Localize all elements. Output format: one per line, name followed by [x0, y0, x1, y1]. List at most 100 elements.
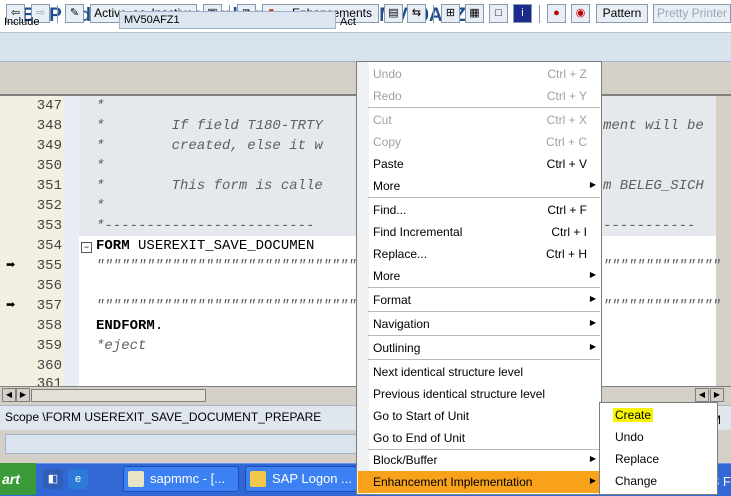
submenu-item-create[interactable]: Create — [613, 408, 654, 422]
submenu-arrow-icon: ▶ — [589, 454, 596, 463]
menu-separator — [368, 107, 600, 108]
scroll-right-icon[interactable]: ▶ — [16, 388, 30, 402]
line-number: 347 — [36, 98, 62, 114]
include-label: Include — [4, 16, 40, 28]
menu-shortcut: Ctrl + C — [545, 135, 587, 149]
menu-label: Redo — [373, 89, 402, 103]
menu-label: Replace... — [373, 247, 428, 261]
submenu-arrow-icon: ▶ — [589, 270, 596, 279]
menu-item-previous-structure-level[interactable]: Previous identical structure level — [358, 383, 601, 405]
tree-icon[interactable]: ⊞ — [441, 4, 460, 23]
menu-separator — [368, 197, 600, 198]
fold-column — [65, 96, 79, 386]
code-line: * — [96, 98, 105, 114]
collapse-icon[interactable]: − — [81, 242, 92, 253]
menu-separator — [368, 335, 600, 336]
submenu-arrow-icon: ▶ — [589, 294, 596, 303]
menu-shortcut: Ctrl + F — [547, 203, 587, 217]
breakpoint-icon[interactable]: ● — [547, 4, 566, 23]
line-number: 350 — [36, 158, 62, 174]
line-number: 360 — [36, 358, 62, 374]
menu-item-find-incremental[interactable]: Find Incremental Ctrl + I — [358, 221, 601, 243]
menu-item-block-buffer[interactable]: Block/Buffer ▶ — [358, 449, 601, 471]
frame-icon[interactable]: □ — [489, 4, 508, 23]
enhancement-point-arrow-icon: ➡ — [6, 299, 16, 311]
menu-item-redo[interactable]: Redo Ctrl + Y — [358, 85, 601, 107]
vertical-scrollbar[interactable] — [716, 96, 731, 386]
menu-label: Navigation — [373, 317, 430, 331]
active-status-label: Act — [340, 16, 356, 28]
submenu-item-undo[interactable]: Undo — [615, 430, 644, 444]
status-field — [5, 434, 360, 454]
line-number: 348 — [36, 118, 62, 134]
menu-item-copy[interactable]: Copy Ctrl + C — [358, 131, 601, 153]
submenu-arrow-icon: ▶ — [589, 342, 596, 351]
external-breakpoint-icon[interactable]: ◉ — [571, 4, 590, 23]
menu-item-navigation[interactable]: Navigation ▶ — [358, 313, 601, 335]
menu-item-undo[interactable]: Undo Ctrl + Z — [358, 63, 601, 85]
menu-item-enhancement-implementation[interactable]: Enhancement Implementation ▶ — [358, 471, 601, 493]
line-number: 353 — [36, 218, 62, 234]
menu-item-go-to-end-of-unit[interactable]: Go to End of Unit — [358, 427, 601, 449]
menu-label: Find... — [373, 203, 407, 217]
line-number: 359 — [36, 338, 62, 354]
code-line: * This form is calle — [96, 178, 323, 194]
line-number: 361 — [36, 376, 62, 386]
menu-label: Next identical structure level — [373, 365, 524, 379]
menu-item-paste[interactable]: Paste Ctrl + V — [358, 153, 601, 175]
code-fragment: m BELEG_SICH — [603, 178, 704, 194]
desktop-icon[interactable]: ◧ — [43, 469, 63, 489]
menu-label: Block/Buffer — [373, 453, 438, 467]
menu-separator — [368, 311, 600, 312]
scroll-left-icon[interactable]: ◀ — [695, 388, 709, 402]
display-object-list-icon[interactable]: ▤ — [384, 4, 403, 23]
line-number: 349 — [36, 138, 62, 154]
menu-item-format[interactable]: Format ▶ — [358, 289, 601, 311]
menu-label: Undo — [373, 67, 402, 81]
info-icon[interactable]: i — [513, 4, 532, 23]
line-number: 354 — [36, 238, 62, 254]
editor-gutter — [0, 96, 23, 386]
menu-item-next-structure-level[interactable]: Next identical structure level — [358, 361, 601, 383]
menu-separator — [368, 359, 600, 360]
submenu-item-replace[interactable]: Replace — [615, 452, 659, 466]
taskbar-item-sapmmc[interactable]: sapmmc - [... — [123, 466, 239, 492]
line-number: 357 — [36, 298, 62, 314]
scroll-left-icon[interactable]: ◀ — [2, 388, 16, 402]
start-button[interactable]: art — [0, 463, 36, 495]
menu-item-more-find[interactable]: More ▶ — [358, 265, 601, 287]
pattern-button[interactable]: Pattern — [596, 4, 648, 23]
submenu-arrow-icon: ▶ — [589, 318, 596, 327]
internet-explorer-icon[interactable]: e — [68, 469, 88, 489]
menu-label: Cut — [373, 113, 392, 127]
print-icon[interactable]: ▦ — [465, 4, 484, 23]
scope-text: Scope \FORM USEREXIT_SAVE_DOCUMENT_PREPA… — [5, 410, 322, 424]
keyword: FORM — [96, 238, 130, 254]
menu-item-replace[interactable]: Replace... Ctrl + H — [358, 243, 601, 265]
menu-item-more-edit[interactable]: More ▶ — [358, 175, 601, 197]
scrollbar-thumb[interactable] — [31, 389, 206, 402]
code-line: """"""""""""""""""""""""""""""""""" — [96, 298, 391, 314]
menu-item-go-to-start-of-unit[interactable]: Go to Start of Unit — [358, 405, 601, 427]
code-line: *------------------------- — [96, 218, 315, 234]
menu-label: Go to End of Unit — [373, 431, 466, 445]
task-label: sapmmc - [... — [150, 471, 226, 486]
include-field[interactable]: MV50AFZ1 — [119, 11, 336, 29]
menu-item-cut[interactable]: Cut Ctrl + X — [358, 109, 601, 131]
menu-item-outlining[interactable]: Outlining ▶ — [358, 337, 601, 359]
menu-label: Copy — [373, 135, 402, 149]
code-text: USEREXIT_SAVE_DOCUMEN — [129, 238, 315, 254]
menu-item-find[interactable]: Find... Ctrl + F — [358, 199, 601, 221]
submenu-item-change[interactable]: Change — [615, 474, 657, 488]
application-toolbar — [0, 33, 731, 62]
code-line: * If field T180-TRTY — [96, 118, 323, 134]
pretty-printer-button[interactable]: Pretty Printer — [653, 4, 731, 23]
menu-label: Format — [373, 293, 412, 307]
edit-pencil-icon[interactable]: ✎ — [65, 4, 84, 23]
taskbar-item-saplogon[interactable]: SAP Logon ... — [245, 466, 357, 492]
scroll-right-icon[interactable]: ▶ — [710, 388, 724, 402]
menu-shortcut: Ctrl + Z — [547, 67, 587, 81]
navigate-icon[interactable]: ⇆ — [407, 4, 426, 23]
toolbar-separator — [539, 5, 540, 23]
menu-label: Previous identical structure level — [373, 387, 546, 401]
